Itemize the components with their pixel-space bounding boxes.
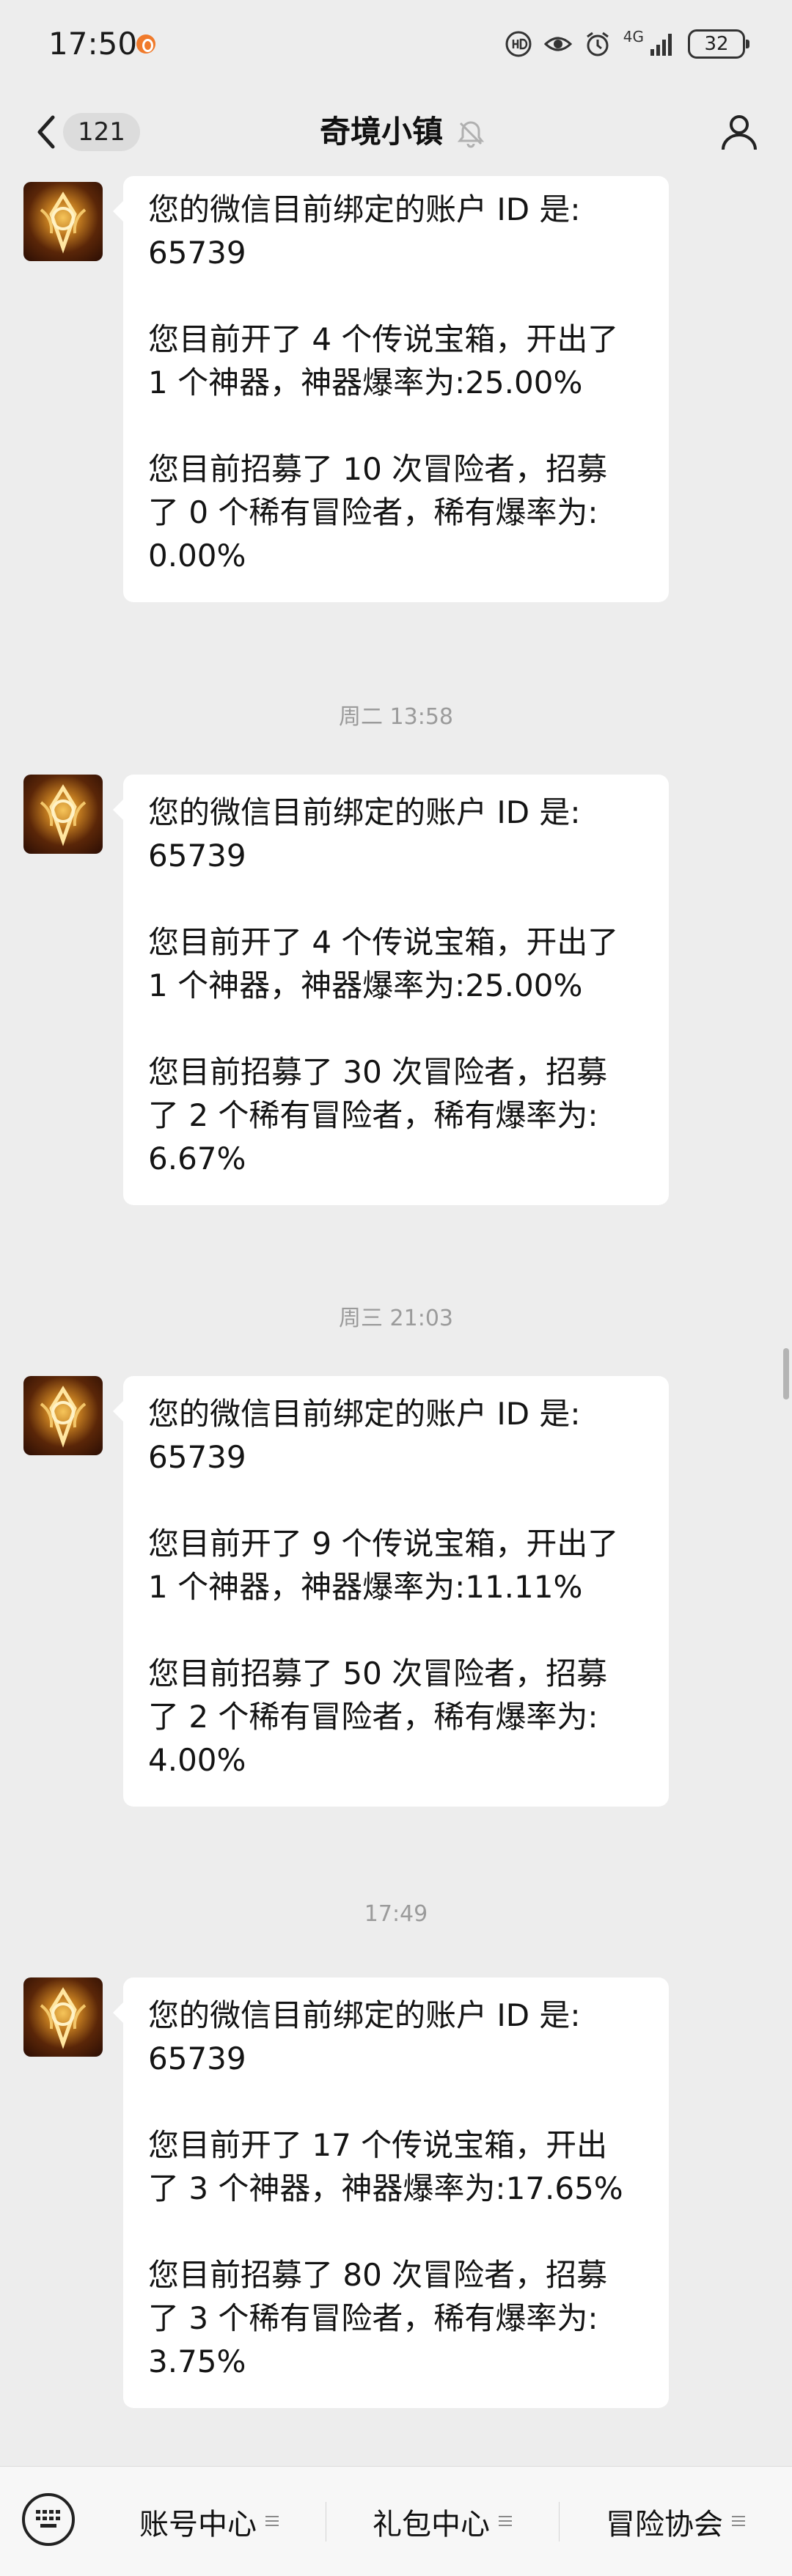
message-timestamp: 周三 21:03 — [339, 1306, 453, 1331]
menu-item-account-center[interactable]: 账号中心 — [92, 2467, 326, 2576]
message-list[interactable]: 您的微信目前绑定的账户 ID 是: 65739 您目前开了 4 个传说宝箱，开出… — [0, 176, 792, 2466]
avatar[interactable] — [23, 182, 103, 261]
message-text: 您目前开了 9 个传说宝箱，开出了 1 个神器，神器爆率为:11.11% — [148, 1526, 619, 1605]
message-bubble[interactable]: 您的微信目前绑定的账户 ID 是: 65739 您目前开了 9 个传说宝箱，开出… — [113, 1376, 669, 1807]
official-account-menu: 账号中心 礼包中心 冒险协会 — [0, 2466, 792, 2576]
message-text: 您目前开了 4 个传说宝箱，开出了 1 个神器，神器爆率为:25.00% — [148, 321, 619, 400]
status-bar: 17:50 4G 32 — [0, 0, 792, 88]
message-bubble[interactable]: 您的微信目前绑定的账户 ID 是: 65739 您目前开了 4 个传说宝箱，开出… — [113, 176, 669, 602]
chat-title: 奇境小镇 — [319, 114, 443, 150]
message-timestamp: 17:49 — [364, 1901, 428, 1927]
avatar[interactable] — [23, 1376, 103, 1455]
status-icons: 4G 32 — [505, 26, 749, 62]
message-text: 您的微信目前绑定的账户 ID 是: 65739 — [148, 1997, 581, 2076]
message-text: 您目前招募了 50 次冒险者，招募 了 2 个稀有冒险者，稀有爆率为: 4.00… — [148, 1655, 608, 1778]
avatar[interactable] — [23, 1977, 103, 2057]
alarm-icon — [586, 32, 609, 56]
status-time: 17:50 — [48, 26, 138, 62]
scrollbar-thumb[interactable] — [783, 1348, 789, 1399]
signal-icon — [650, 34, 672, 56]
eye-icon — [543, 37, 572, 51]
submenu-icon — [499, 2516, 512, 2528]
message-text: 您目前开了 4 个传说宝箱，开出了 1 个神器，神器爆率为:25.00% — [148, 924, 619, 1003]
battery-level: 32 — [704, 33, 729, 55]
message-text: 您目前招募了 80 次冒险者，招募 了 3 个稀有冒险者，稀有爆率为: 3.75… — [148, 2257, 608, 2379]
message-bubble[interactable]: 您的微信目前绑定的账户 ID 是: 65739 您目前开了 17 个传说宝箱，开… — [113, 1977, 669, 2408]
message-text: 您目前开了 17 个传说宝箱，开出 了 3 个神器，神器爆率为:17.65% — [148, 2127, 623, 2206]
menu-item-label: 冒险协会 — [606, 2508, 723, 2542]
hd-call-icon — [505, 31, 532, 57]
bell-off-icon — [457, 121, 485, 148]
avatar[interactable] — [23, 775, 103, 854]
chat-header: 121 奇境小镇 — [0, 88, 792, 176]
submenu-icon — [265, 2516, 279, 2528]
submenu-icon — [732, 2516, 745, 2528]
message-text: 您的微信目前绑定的账户 ID 是: 65739 — [148, 794, 581, 874]
message-bubble[interactable]: 您的微信目前绑定的账户 ID 是: 65739 您目前开了 4 个传说宝箱，开出… — [113, 775, 669, 1205]
message-text: 您目前招募了 30 次冒险者，招募 了 2 个稀有冒险者，稀有爆率为: 6.67… — [148, 1054, 608, 1177]
message-timestamp: 周二 13:58 — [339, 704, 453, 730]
person-icon[interactable] — [717, 110, 761, 154]
network-type: 4G — [623, 28, 644, 45]
menu-tabs: 账号中心 礼包中心 冒险协会 — [92, 2467, 792, 2576]
message-text: 您的微信目前绑定的账户 ID 是: 65739 — [148, 1396, 581, 1475]
menu-item-label: 礼包中心 — [373, 2508, 490, 2542]
battery-icon: 32 — [688, 29, 749, 59]
menu-item-gift-center[interactable]: 礼包中心 — [326, 2467, 559, 2576]
app-notification-icon — [136, 34, 155, 54]
message-text: 您的微信目前绑定的账户 ID 是: 65739 — [148, 191, 581, 271]
chat-screen: 17:50 4G 32 121 奇境小镇 您的微信目前绑定的账户 ID 是: 6… — [0, 0, 792, 2576]
message-text: 您目前招募了 10 次冒险者，招募 了 0 个稀有冒险者，稀有爆率为: 0.00… — [148, 451, 608, 574]
keyboard-icon[interactable] — [22, 2493, 75, 2546]
menu-item-adventure-guild[interactable]: 冒险协会 — [559, 2467, 792, 2576]
menu-item-label: 账号中心 — [139, 2508, 257, 2542]
